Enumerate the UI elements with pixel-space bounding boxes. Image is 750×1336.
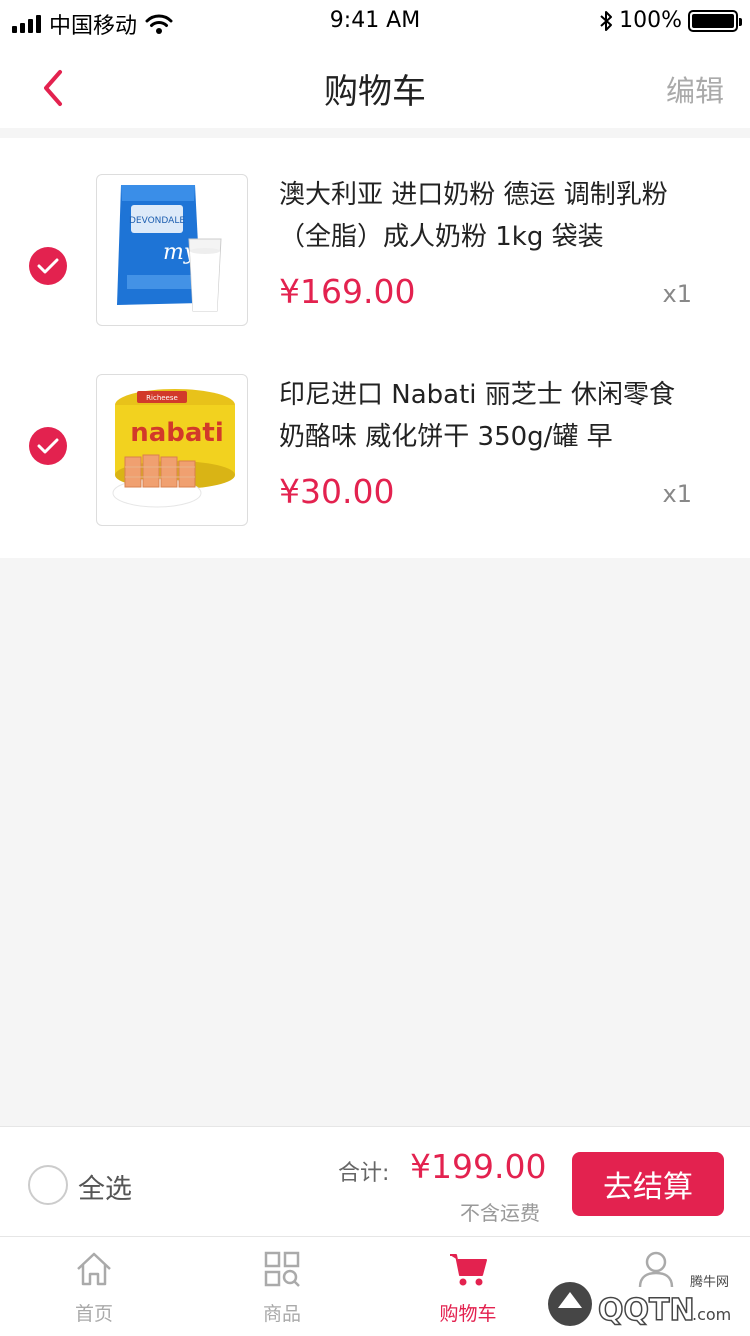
item-checkbox-checked[interactable]: [29, 247, 67, 285]
tab-cart-label: 购物车: [439, 1303, 497, 1325]
nav-bar: 购物车 编辑: [0, 44, 750, 128]
cart-icon: [450, 1254, 487, 1286]
product-image-milk-powder[interactable]: DEVONDALE my: [96, 174, 248, 326]
tab-cart[interactable]: 购物车: [393, 1237, 543, 1336]
watermark-suffix-text: .com: [692, 1305, 731, 1324]
total-label: 合计:: [338, 1161, 390, 1186]
select-all-label[interactable]: 全选: [78, 1167, 132, 1206]
tab-home[interactable]: 首页: [19, 1237, 169, 1336]
item-checkbox-checked[interactable]: [29, 427, 67, 465]
bluetooth-icon: [600, 10, 613, 31]
watermark: 腾牛网 QQTN .com: [540, 1268, 740, 1332]
item-title[interactable]: 印尼进口 Nabati 丽芝士 休闲零食 奶酪味 威化饼干 350g/罐 早: [279, 374, 689, 458]
shipping-note: 不含运费: [460, 1201, 540, 1225]
can-subbrand-text: Richeese: [146, 394, 178, 402]
select-all-checkbox[interactable]: [28, 1165, 68, 1205]
checkout-bar: 全选 合计: ¥199.00 不含运费 去结算: [0, 1126, 750, 1236]
checkmark-icon: [37, 438, 59, 454]
home-icon: [77, 1252, 111, 1286]
can-brand-text: nabati: [130, 418, 224, 448]
cart-item: DEVONDALE my 澳大利亚 进口奶粉 德运 调制乳粉（全脂）成人奶粉 1…: [0, 162, 750, 362]
item-price: ¥169.00: [279, 272, 416, 311]
battery-percent: 100%: [619, 8, 682, 33]
grid-search-icon: [264, 1251, 300, 1287]
cart-list: DEVONDALE my 澳大利亚 进口奶粉 德运 调制乳粉（全脂）成人奶粉 1…: [0, 138, 750, 558]
package-brand-text: DEVONDALE: [129, 216, 185, 226]
item-price: ¥30.00: [279, 472, 395, 511]
edit-button[interactable]: 编辑: [666, 68, 724, 110]
tab-products[interactable]: 商品: [207, 1237, 357, 1336]
product-image-wafer[interactable]: Richeese nabati: [96, 374, 248, 526]
watermark-brand-text: QQTN: [598, 1293, 695, 1328]
cart-item: Richeese nabati 印尼进口 Nabati 丽芝士 休闲零食 奶酪味…: [0, 362, 750, 562]
item-title[interactable]: 澳大利亚 进口奶粉 德运 调制乳粉（全脂）成人奶粉 1kg 袋装: [279, 174, 689, 258]
status-bar: 中国移动 9:41 AM 100%: [0, 0, 750, 44]
tab-home-label: 首页: [74, 1303, 113, 1325]
item-quantity: x1: [662, 280, 692, 308]
checkmark-icon: [37, 258, 59, 274]
watermark-top-text: 腾牛网: [690, 1274, 729, 1290]
status-right: 100%: [599, 8, 742, 33]
tab-products-label: 商品: [262, 1303, 301, 1325]
item-quantity: x1: [662, 480, 692, 508]
battery-fill: [692, 13, 734, 28]
total-value: ¥199.00: [410, 1147, 547, 1186]
checkout-button[interactable]: 去结算: [572, 1152, 724, 1216]
qqtn-watermark-logo: 腾牛网 QQTN .com: [548, 1274, 731, 1329]
battery-icon: [688, 9, 742, 32]
wafer-can-image: Richeese nabati: [112, 389, 235, 508]
milk-powder-package-image: DEVONDALE my: [117, 185, 222, 312]
page-title: 购物车: [324, 72, 426, 112]
